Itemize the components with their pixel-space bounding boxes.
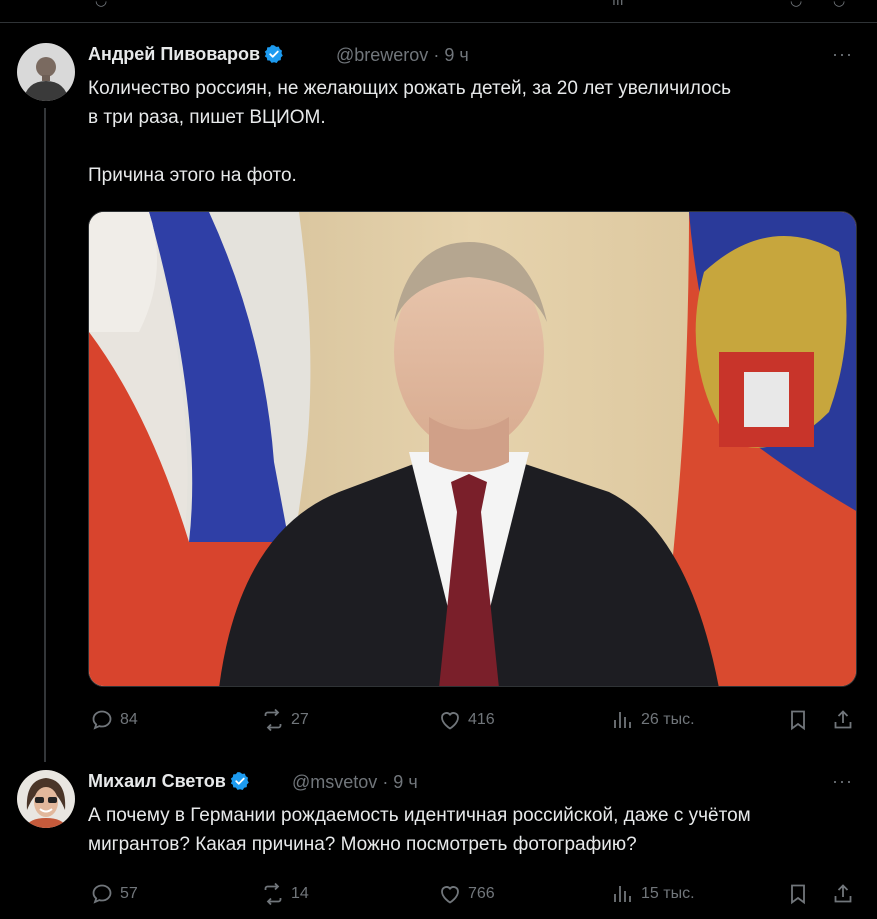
share-icon[interactable]: ◡ xyxy=(833,0,845,9)
bookmark-button[interactable] xyxy=(786,705,810,735)
bookmark-icon xyxy=(791,710,805,731)
thread-line xyxy=(44,108,46,762)
author-handle[interactable]: @brewerov · 9 ч xyxy=(336,45,469,66)
tweet-photo[interactable] xyxy=(88,211,857,687)
tweet-actions: 84 27 416 26 тыс. xyxy=(88,705,858,735)
tweet-actions: 57 14 766 15 тыс. xyxy=(88,879,858,909)
views-icon xyxy=(614,886,631,902)
reply-icon[interactable]: ◡ xyxy=(95,0,107,9)
reply-count: 57 xyxy=(120,885,138,902)
handle-text[interactable]: @msvetov xyxy=(292,772,377,792)
reply-button[interactable]: 84 xyxy=(90,705,138,735)
bookmark-button[interactable] xyxy=(786,879,810,909)
more-icon[interactable]: ··· xyxy=(832,44,853,65)
reply-button[interactable]: 57 xyxy=(90,879,138,909)
retweet-button[interactable]: 27 xyxy=(261,705,309,735)
like-count: 766 xyxy=(468,885,495,902)
views-icon[interactable]: ııı xyxy=(612,0,624,8)
verified-badge-icon xyxy=(264,45,283,63)
like-icon xyxy=(441,712,459,730)
retweet-count: 14 xyxy=(291,885,309,902)
timestamp[interactable]: · 9 ч xyxy=(433,45,468,65)
share-button[interactable] xyxy=(831,705,855,735)
author-name[interactable]: Андрей Пивоваров xyxy=(88,44,284,65)
author-name-text[interactable]: Михаил Светов xyxy=(88,771,226,791)
reply-count: 84 xyxy=(120,711,138,728)
reply-icon xyxy=(92,710,112,730)
avatar[interactable] xyxy=(17,770,75,828)
author-handle[interactable]: @msvetov · 9 ч xyxy=(292,772,418,793)
reply-icon xyxy=(92,884,112,904)
handle-text[interactable]: @brewerov xyxy=(336,45,428,65)
retweet-icon xyxy=(264,882,282,906)
verified-badge-icon xyxy=(230,772,249,790)
previous-tweet-actions-bar: ◡ ııı ◡ ◡ xyxy=(0,0,877,23)
like-count: 416 xyxy=(468,711,495,728)
retweet-icon xyxy=(264,708,282,732)
like-icon xyxy=(441,886,459,904)
views-button[interactable]: 15 тыс. xyxy=(611,879,695,909)
retweet-count: 27 xyxy=(291,711,309,728)
retweet-button[interactable]: 14 xyxy=(261,879,309,909)
author-name-text[interactable]: Андрей Пивоваров xyxy=(88,44,260,64)
views-icon xyxy=(614,712,631,728)
views-count: 26 тыс. xyxy=(641,711,695,728)
like-button[interactable]: 416 xyxy=(438,705,495,735)
views-button[interactable]: 26 тыс. xyxy=(611,705,695,735)
more-icon[interactable]: ··· xyxy=(832,771,853,792)
timestamp[interactable]: · 9 ч xyxy=(382,772,417,792)
share-icon xyxy=(834,884,852,903)
like-button[interactable]: 766 xyxy=(438,879,495,909)
tweet-text: А почему в Германии рождаемость идентичн… xyxy=(88,805,751,855)
bookmark-icon xyxy=(791,884,805,905)
share-icon xyxy=(834,710,852,729)
share-button[interactable] xyxy=(831,879,855,909)
bookmark-icon[interactable]: ◡ xyxy=(790,0,802,9)
tweet-text: Количество россиян, не желающих рожать д… xyxy=(88,78,731,186)
author-name[interactable]: Михаил Светов xyxy=(88,771,250,792)
avatar[interactable] xyxy=(17,43,75,101)
views-count: 15 тыс. xyxy=(641,885,695,902)
